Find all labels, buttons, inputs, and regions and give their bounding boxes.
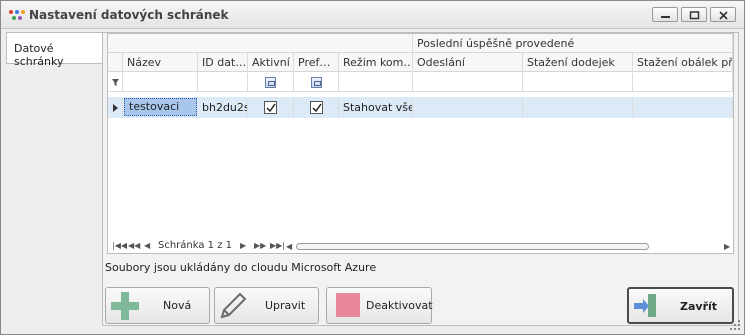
horizontal-scrollbar[interactable]: ◀ ▶ [286, 242, 730, 252]
filter-rezim[interactable] [339, 73, 413, 92]
last-record-icon[interactable]: ▶▶| [270, 241, 285, 250]
storage-info-text: Soubory jsou ukládány do cloudu Microsof… [105, 261, 377, 274]
col-header-stazeni-dodejek[interactable]: Stažení dodejek [523, 53, 633, 72]
filter-pref[interactable] [294, 73, 339, 92]
col-header-odeslani[interactable]: Odeslání [413, 53, 523, 72]
minimize-icon [661, 16, 670, 18]
maximize-button[interactable] [681, 7, 707, 22]
col-header-stazeni-obalek[interactable]: Stažení obálek přij… [633, 53, 733, 72]
filter-pref-checkbox[interactable] [311, 77, 322, 88]
record-position: Schránka 1 z 1 [158, 240, 233, 251]
close-button-label: Zavřít [680, 300, 718, 313]
pencil-icon [220, 292, 247, 319]
col-header-aktivni[interactable]: Aktivní [248, 53, 294, 72]
filter-stazeni-dodejek[interactable] [523, 73, 633, 92]
cell-nazev[interactable]: testovaci [124, 98, 197, 116]
cell-id[interactable]: bh2du2s [198, 98, 248, 117]
settings-window: Nastavení datových schránek Datové schrá… [0, 0, 745, 335]
filter-id[interactable] [198, 73, 248, 92]
filter-icon [112, 79, 119, 86]
content-panel: Poslední úspěšně provedené Název ID dat…… [102, 32, 739, 326]
plus-icon [111, 292, 139, 320]
edit-button[interactable]: Upravit [214, 287, 319, 324]
deactivate-icon [336, 293, 360, 317]
window-title: Nastavení datových schránek [29, 8, 229, 22]
pref-checkbox[interactable] [310, 101, 323, 114]
tab-datove-schranky[interactable]: Datové schránky [6, 32, 103, 68]
next-page-icon[interactable]: ▶▶ [254, 241, 266, 250]
cell-odeslani[interactable] [413, 98, 523, 117]
band-header-blank [108, 34, 413, 53]
edit-button-label: Upravit [265, 299, 306, 312]
cell-pref[interactable] [294, 98, 339, 117]
col-header-id[interactable]: ID dat… [198, 53, 248, 72]
aktivni-checkbox[interactable] [264, 101, 277, 114]
cell-aktivni[interactable] [248, 98, 294, 117]
resize-grip-icon[interactable] [729, 319, 741, 331]
grid-navigator: |◀◀ ◀◀ ◀ Schránka 1 z 1 ▶ ▶▶ ▶▶| ◀ ▶ [108, 240, 733, 254]
col-header-nazev[interactable]: Název [123, 53, 198, 72]
prev-page-icon[interactable]: ◀◀ [128, 241, 140, 250]
filter-odeslani[interactable] [413, 73, 523, 92]
deactivate-button-label: Deaktivovat [366, 299, 433, 312]
next-record-icon[interactable]: ▶ [240, 241, 246, 250]
col-header-pref[interactable]: Pref… [294, 53, 339, 72]
filter-stazeni-obalek[interactable] [633, 73, 733, 92]
checkmark-icon [312, 103, 322, 113]
scroll-right-icon[interactable]: ▶ [724, 242, 730, 251]
close-button[interactable]: Zavřít [627, 287, 734, 324]
new-button-label: Nová [163, 299, 192, 312]
close-window-button[interactable] [710, 7, 736, 22]
row-pointer-icon [113, 104, 118, 112]
filter-aktivni[interactable] [248, 73, 294, 92]
first-record-icon[interactable]: |◀◀ [112, 241, 127, 250]
checkmark-icon [266, 103, 276, 113]
minimize-button[interactable] [652, 7, 678, 22]
deactivate-button[interactable]: Deaktivovat [326, 287, 433, 324]
maximize-icon [689, 11, 700, 20]
prev-record-icon[interactable]: ◀ [144, 241, 150, 250]
tab-label: Datové schránky [14, 42, 64, 68]
app-logo-icon [9, 10, 25, 20]
filter-aktivni-checkbox[interactable] [265, 77, 276, 88]
title-bar: Nastavení datových schránek [1, 1, 744, 29]
cell-rezim[interactable]: Stahovat vše [339, 98, 413, 117]
mailbox-grid: Poslední úspěšně provedené Název ID dat…… [107, 33, 734, 254]
exit-door-icon [634, 294, 656, 317]
cell-stazeni-obalek[interactable] [633, 98, 733, 117]
scroll-left-icon[interactable]: ◀ [286, 242, 292, 251]
filter-row-indicator [108, 73, 123, 92]
new-button[interactable]: Nová [105, 287, 210, 324]
band-header: Poslední úspěšně provedené [413, 34, 733, 53]
filter-nazev[interactable] [123, 73, 198, 92]
header-indicator [108, 53, 123, 72]
scrollbar-thumb[interactable] [296, 243, 649, 250]
close-icon [719, 11, 728, 20]
col-header-rezim[interactable]: Režim kom… [339, 53, 413, 72]
cell-stazeni-dodejek[interactable] [523, 98, 633, 117]
table-row[interactable]: testovaci bh2du2s Stahovat vše [108, 97, 733, 118]
row-indicator [108, 98, 123, 117]
